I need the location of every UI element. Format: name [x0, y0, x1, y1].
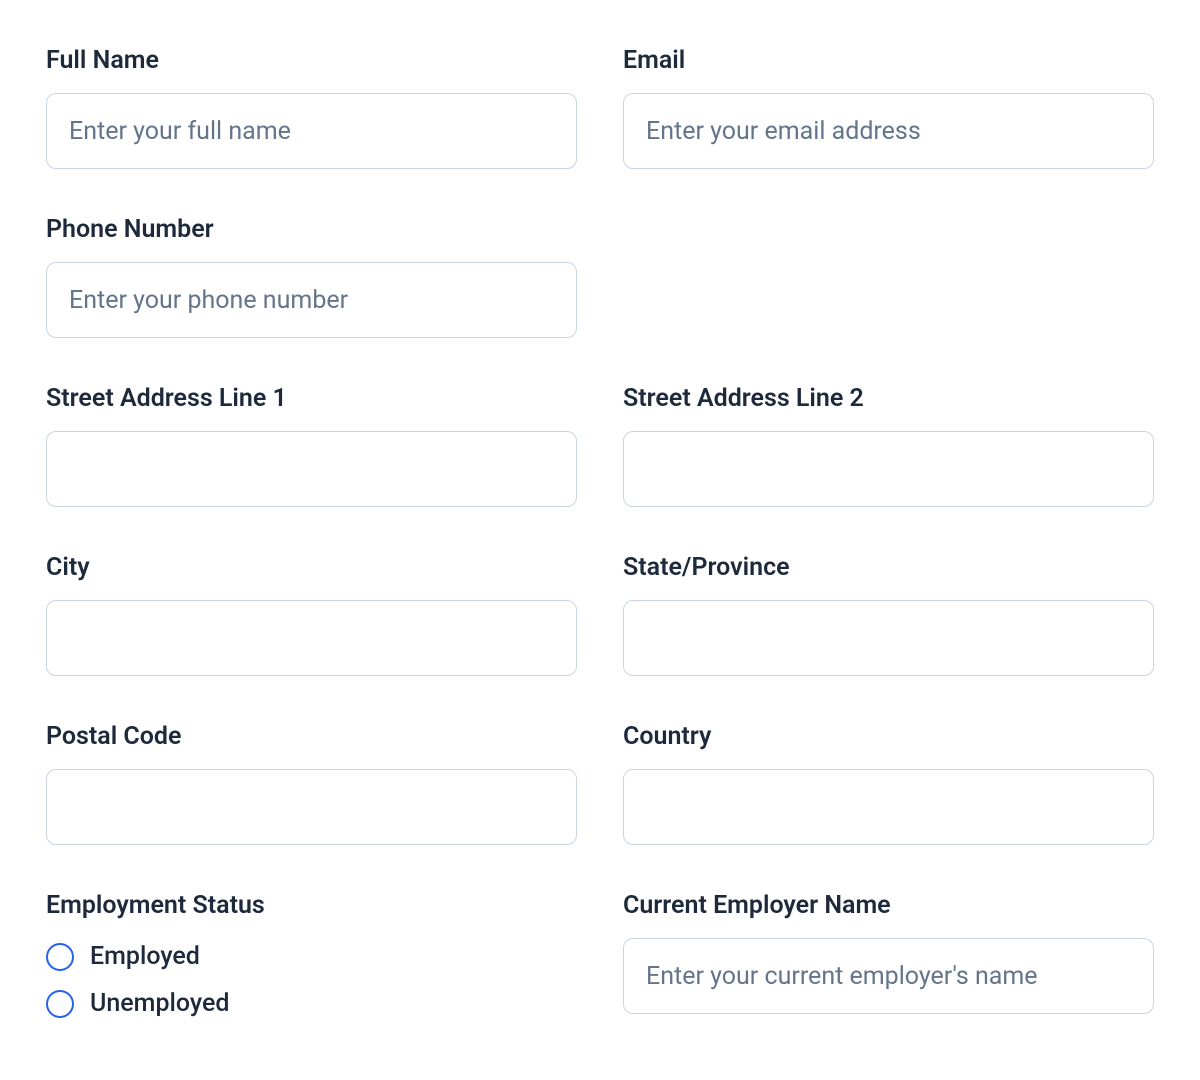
country-field: Country: [623, 722, 1154, 845]
country-input[interactable]: [623, 769, 1154, 845]
full-name-label: Full Name: [46, 46, 577, 75]
country-label: Country: [623, 722, 1154, 751]
phone-field: Phone Number: [46, 215, 577, 338]
state-field: State/Province: [623, 553, 1154, 676]
postal-label: Postal Code: [46, 722, 577, 751]
empty-cell: [623, 215, 1154, 338]
full-name-field: Full Name: [46, 46, 577, 169]
employer-name-label: Current Employer Name: [623, 891, 1154, 920]
postal-input[interactable]: [46, 769, 577, 845]
employer-name-input[interactable]: [623, 938, 1154, 1014]
street1-input[interactable]: [46, 431, 577, 507]
email-field: Email: [623, 46, 1154, 169]
postal-field: Postal Code: [46, 722, 577, 845]
street2-label: Street Address Line 2: [623, 384, 1154, 413]
phone-label: Phone Number: [46, 215, 577, 244]
street2-field: Street Address Line 2: [623, 384, 1154, 507]
radio-icon: [46, 990, 74, 1018]
city-label: City: [46, 553, 577, 582]
form-grid: Full Name Email Phone Number Street Addr…: [46, 46, 1154, 1018]
employment-option-employed[interactable]: Employed: [46, 942, 577, 971]
email-input[interactable]: [623, 93, 1154, 169]
employer-name-field: Current Employer Name: [623, 891, 1154, 1018]
radio-icon: [46, 943, 74, 971]
full-name-input[interactable]: [46, 93, 577, 169]
phone-input[interactable]: [46, 262, 577, 338]
employment-option-unemployed[interactable]: Unemployed: [46, 989, 577, 1018]
city-input[interactable]: [46, 600, 577, 676]
city-field: City: [46, 553, 577, 676]
employment-status-label: Employment Status: [46, 891, 577, 920]
employment-option-label: Unemployed: [90, 989, 229, 1018]
street1-field: Street Address Line 1: [46, 384, 577, 507]
email-label: Email: [623, 46, 1154, 75]
street2-input[interactable]: [623, 431, 1154, 507]
employment-option-label: Employed: [90, 942, 200, 971]
state-label: State/Province: [623, 553, 1154, 582]
street1-label: Street Address Line 1: [46, 384, 577, 413]
state-input[interactable]: [623, 600, 1154, 676]
employment-status-radio-group: Employed Unemployed: [46, 942, 577, 1018]
employment-status-field: Employment Status Employed Unemployed: [46, 891, 577, 1018]
